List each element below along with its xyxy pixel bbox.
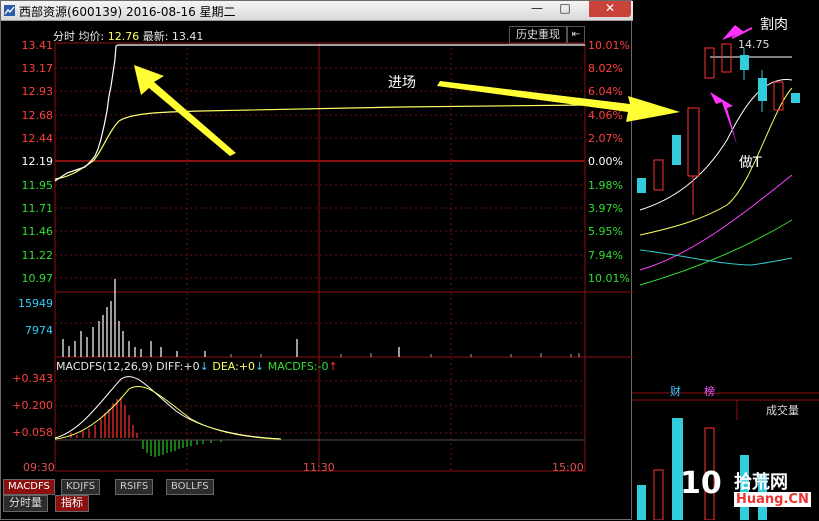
annotation-enter: 进场 — [388, 75, 416, 91]
